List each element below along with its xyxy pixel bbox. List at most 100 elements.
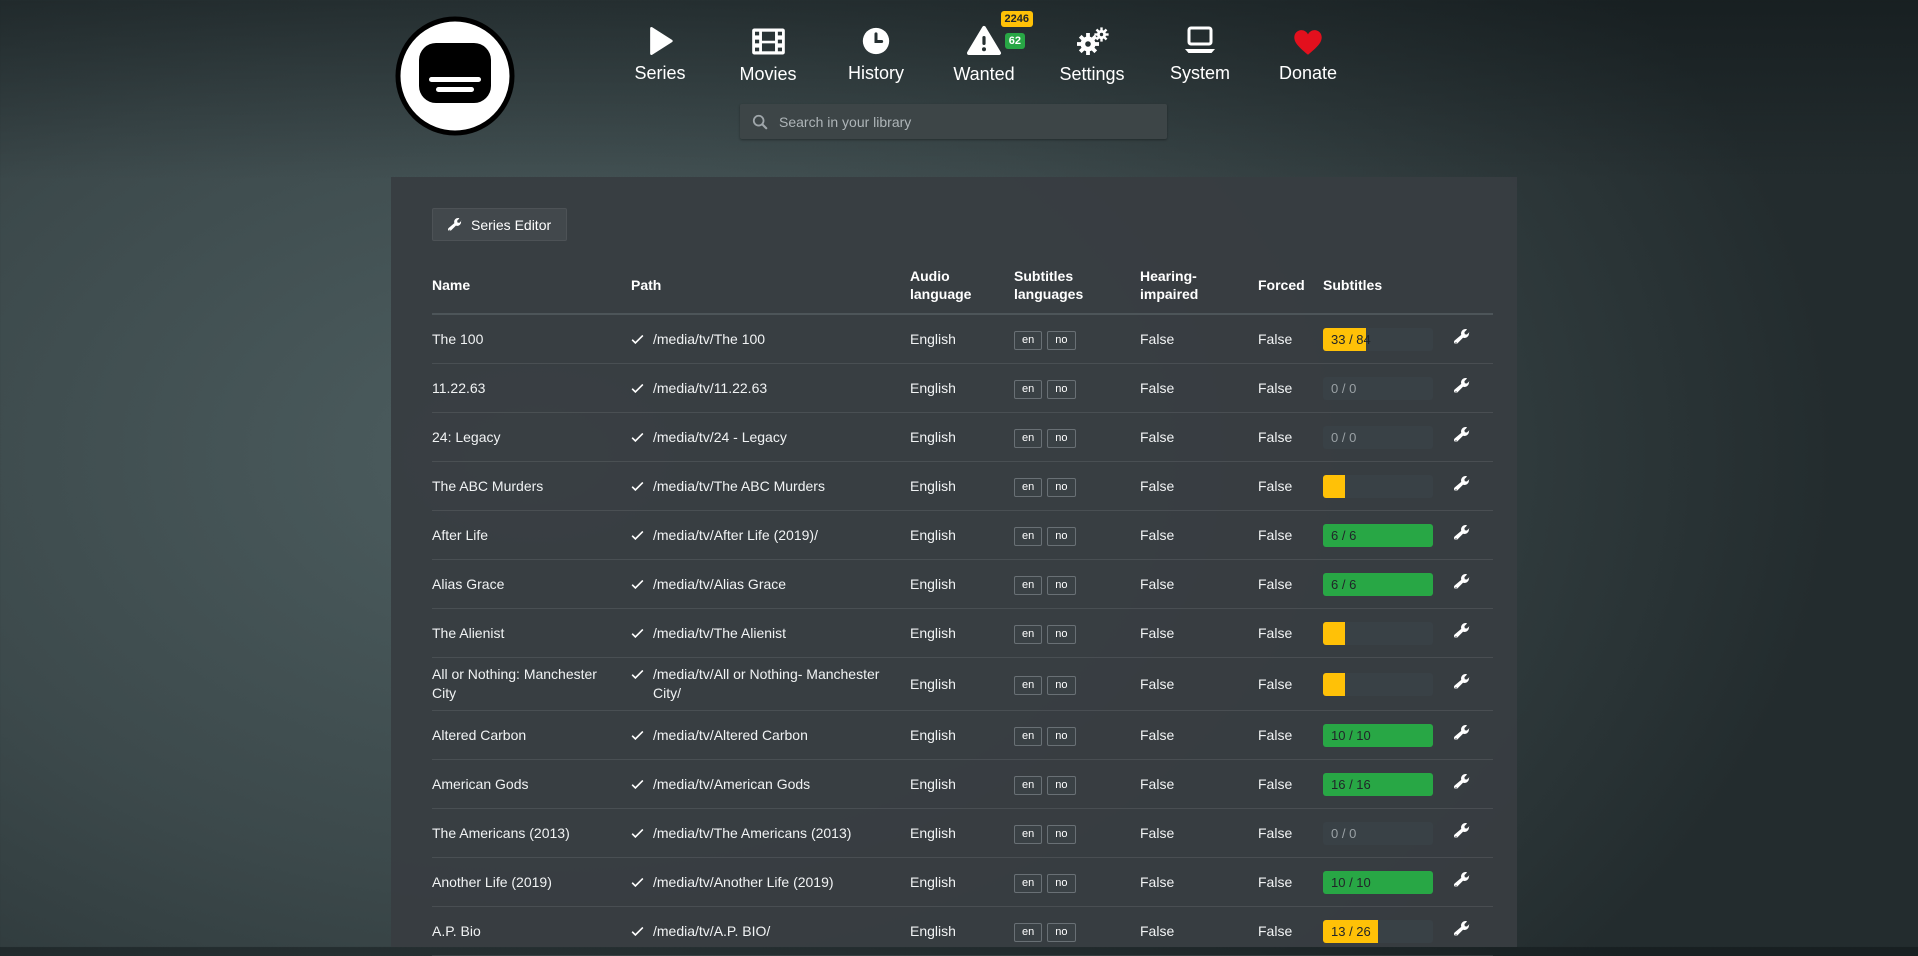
series-name[interactable]: The 100	[432, 330, 631, 349]
search-input[interactable]	[777, 113, 1155, 131]
col-header-hearing-impaired: Hearing-impaired	[1140, 267, 1258, 303]
edit-series-wrench-icon[interactable]	[1454, 476, 1470, 492]
forced-flag: False	[1258, 824, 1323, 843]
audio-language: English	[910, 775, 1014, 794]
bazarr-logo[interactable]	[393, 14, 517, 138]
series-path-cell: /media/tv/The ABC Murders	[631, 477, 910, 496]
col-header-path: Path	[631, 276, 910, 294]
table-row: Alias Grace /media/tv/Alias Grace Englis…	[432, 560, 1493, 609]
table-row: The ABC Murders /media/tv/The ABC Murder…	[432, 462, 1493, 511]
row-actions	[1454, 476, 1493, 497]
edit-series-wrench-icon[interactable]	[1454, 525, 1470, 541]
check-icon	[631, 529, 644, 542]
nav-system[interactable]: System	[1146, 20, 1254, 85]
edit-series-wrench-icon[interactable]	[1454, 774, 1470, 790]
subtitle-languages: enno	[1014, 329, 1140, 350]
language-badge: en	[1014, 380, 1042, 399]
series-name[interactable]: A.P. Bio	[432, 922, 631, 941]
subtitles-progress-label: 10 / 10	[1331, 871, 1371, 894]
wrench-icon	[448, 218, 462, 232]
series-name[interactable]: Altered Carbon	[432, 726, 631, 745]
series-name[interactable]: The ABC Murders	[432, 477, 631, 496]
nav-donate[interactable]: Donate	[1254, 20, 1362, 85]
row-actions	[1454, 329, 1493, 350]
check-icon	[631, 627, 644, 640]
edit-series-wrench-icon[interactable]	[1454, 378, 1470, 394]
language-badge: no	[1047, 527, 1075, 546]
subtitles-progress-label: 13 / 26	[1331, 920, 1371, 943]
nav-settings-label: Settings	[1038, 64, 1146, 85]
subtitles-cell: 6 / 6	[1323, 524, 1454, 547]
hearing-impaired: False	[1140, 624, 1258, 643]
forced-flag: False	[1258, 675, 1323, 694]
subtitles-cell: 10 / 10	[1323, 871, 1454, 894]
nav-settings[interactable]: Settings	[1038, 20, 1146, 85]
series-name[interactable]: All or Nothing: Manchester City	[432, 665, 631, 703]
library-search	[740, 104, 1167, 139]
subtitles-cell: 10 / 10	[1323, 724, 1454, 747]
audio-language: English	[910, 624, 1014, 643]
forced-flag: False	[1258, 775, 1323, 794]
nav-series[interactable]: Series	[606, 20, 714, 85]
nav-movies[interactable]: Movies	[714, 20, 822, 85]
language-badge: no	[1047, 625, 1075, 644]
check-icon	[631, 778, 644, 791]
subtitles-progress: 0 / 0	[1323, 377, 1433, 400]
table-row: Altered Carbon /media/tv/Altered Carbon …	[432, 711, 1493, 760]
series-name[interactable]: American Gods	[432, 775, 631, 794]
series-name[interactable]: 24: Legacy	[432, 428, 631, 447]
series-name[interactable]: The Alienist	[432, 624, 631, 643]
film-icon	[750, 25, 787, 58]
col-header-subtitles: Subtitles	[1323, 276, 1454, 294]
nav-donate-label: Donate	[1254, 63, 1362, 84]
col-header-audio-language: Audio language	[910, 267, 1014, 303]
edit-series-wrench-icon[interactable]	[1454, 674, 1470, 690]
series-editor-button[interactable]: Series Editor	[432, 208, 567, 241]
forced-flag: False	[1258, 477, 1323, 496]
nav-series-label: Series	[606, 63, 714, 84]
series-path-cell: /media/tv/11.22.63	[631, 379, 910, 398]
edit-series-wrench-icon[interactable]	[1454, 872, 1470, 888]
check-icon	[631, 480, 644, 493]
nav-wanted[interactable]: 2246 62 Wanted	[930, 20, 1038, 85]
check-icon	[631, 382, 644, 395]
forced-flag: False	[1258, 330, 1323, 349]
forced-flag: False	[1258, 526, 1323, 545]
hearing-impaired: False	[1140, 575, 1258, 594]
edit-series-wrench-icon[interactable]	[1454, 921, 1470, 937]
subtitles-cell: 13 / 26	[1323, 920, 1454, 943]
subtitle-languages: enno	[1014, 774, 1140, 795]
edit-series-wrench-icon[interactable]	[1454, 823, 1470, 839]
series-name[interactable]: 11.22.63	[432, 379, 631, 398]
language-badge: no	[1047, 429, 1075, 448]
nav-history[interactable]: History	[822, 20, 930, 85]
edit-series-wrench-icon[interactable]	[1454, 329, 1470, 345]
col-header-forced: Forced	[1258, 276, 1323, 294]
series-path: /media/tv/Another Life (2019)	[653, 873, 834, 892]
edit-series-wrench-icon[interactable]	[1454, 574, 1470, 590]
subtitles-progress-label: 0 / 0	[1331, 377, 1356, 400]
heart-icon	[1291, 26, 1325, 57]
subtitles-cell: 33 / 84	[1323, 328, 1454, 351]
series-name[interactable]: The Americans (2013)	[432, 824, 631, 843]
language-badge: no	[1047, 825, 1075, 844]
forced-flag: False	[1258, 428, 1323, 447]
subtitles-cell: 0 / 0	[1323, 377, 1454, 400]
hearing-impaired: False	[1140, 526, 1258, 545]
subtitles-progress-label: 6 / 6	[1331, 573, 1356, 596]
edit-series-wrench-icon[interactable]	[1454, 725, 1470, 741]
hearing-impaired: False	[1140, 428, 1258, 447]
hearing-impaired: False	[1140, 675, 1258, 694]
series-name[interactable]: After Life	[432, 526, 631, 545]
row-actions	[1454, 921, 1493, 942]
check-icon	[631, 431, 644, 444]
hearing-impaired: False	[1140, 379, 1258, 398]
laptop-icon	[1181, 25, 1219, 57]
edit-series-wrench-icon[interactable]	[1454, 623, 1470, 639]
language-badge: en	[1014, 923, 1042, 942]
bazarr-logo-icon	[393, 14, 517, 138]
series-name[interactable]: Another Life (2019)	[432, 873, 631, 892]
subtitles-progress: 10 / 10	[1323, 724, 1433, 747]
series-name[interactable]: Alias Grace	[432, 575, 631, 594]
edit-series-wrench-icon[interactable]	[1454, 427, 1470, 443]
